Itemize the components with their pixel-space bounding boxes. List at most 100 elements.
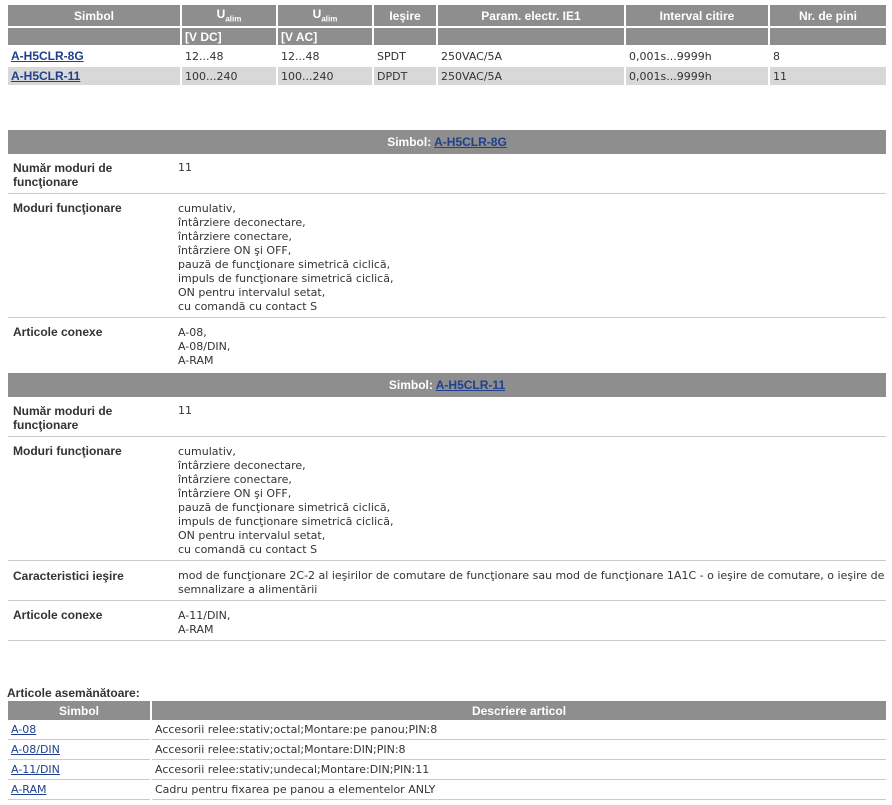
mode-item: impuls de funcţionare simetrică ciclică,: [178, 515, 394, 528]
detail-block-1: Simbol: A-H5CLR-8G Număr moduri de funcţ…: [8, 130, 886, 372]
related-item: A-RAM: [178, 623, 214, 636]
similar-symbol-cell: A-RAM: [8, 780, 150, 800]
similar-row: A-08 Accesorii releе:stativ;octal;Montar…: [8, 720, 886, 740]
modes-label: Moduri funcţionare: [13, 201, 122, 215]
mode-item: cu comandă cu contact S: [178, 300, 318, 313]
product-symbol-cell: A-H5CLR-8G: [8, 47, 180, 65]
similar-row: A-RAM Cadru pentru fixarea pe panou a el…: [8, 780, 886, 800]
related-list: A-11/DIN, A-RAM: [178, 609, 886, 637]
product-interval: 0,001s...9999h: [626, 47, 768, 65]
similar-link[interactable]: A-11/DIN: [11, 763, 60, 776]
header-simbol: Simbol: [8, 5, 180, 26]
detail-header-label: Simbol:: [388, 378, 433, 392]
mode-item: cu comandă cu contact S: [178, 543, 318, 556]
detail-row-modes: Moduri funcţionare cumulativ, întârziere…: [8, 437, 886, 561]
detail-symbol-link[interactable]: A-H5CLR-8G: [434, 135, 507, 149]
similar-description: Accesorii releе:stativ;octal;Montare:DIN…: [152, 740, 886, 760]
product-param: 250VAC/5A: [438, 47, 624, 65]
mode-item: întârziere ON şi OFF,: [178, 487, 292, 500]
product-interval: 0,001s...9999h: [626, 67, 768, 85]
mode-item: întârziere ON şi OFF,: [178, 244, 292, 257]
similar-link[interactable]: A-08: [11, 723, 36, 736]
mode-item: întârziere deconectare,: [178, 459, 306, 472]
detail-row-related: Articole conexe A-08, A-08/DIN, A-RAM: [8, 318, 886, 372]
product-row: A-H5CLR-11 100...240 100...240 DPDT 250V…: [8, 67, 886, 85]
mode-item: cumulativ,: [178, 202, 236, 215]
detail-header: Simbol: A-H5CLR-8G: [8, 130, 886, 154]
product-param: 250VAC/5A: [438, 67, 624, 85]
product-u-ac: 12...48: [278, 47, 372, 65]
mode-item: cumulativ,: [178, 445, 236, 458]
similar-symbol-cell: A-08: [8, 720, 150, 740]
unit-cell-empty: [8, 28, 180, 45]
unit-cell-empty: [770, 28, 886, 45]
product-pini: 11: [770, 67, 886, 85]
unit-v-dc: [V DC]: [182, 28, 276, 45]
product-u-dc: 12...48: [182, 47, 276, 65]
mode-item: întârziere conectare,: [178, 473, 292, 486]
related-label: Articole conexe: [13, 325, 103, 339]
header-interval: Interval citire: [626, 5, 768, 26]
related-item: A-08,: [178, 326, 207, 339]
similar-description: Accesorii releе:stativ;undecal;Montare:D…: [152, 760, 886, 780]
unit-cell-empty: [374, 28, 436, 45]
header-param: Param. electr. IE1: [438, 5, 624, 26]
related-item: A-RAM: [178, 354, 214, 367]
detail-header: Simbol: A-H5CLR-11: [8, 373, 886, 397]
product-iesire: SPDT: [374, 47, 436, 65]
detail-row-related: Articole conexe A-11/DIN, A-RAM: [8, 601, 886, 641]
similar-description: Cadru pentru fixarea pe panou a elemente…: [152, 780, 886, 800]
product-symbol-cell: A-H5CLR-11: [8, 67, 180, 85]
product-pini: 8: [770, 47, 886, 65]
products-units-row: [V DC] [V AC]: [8, 28, 886, 45]
modes-label: Moduri funcţionare: [13, 444, 122, 458]
similar-link[interactable]: A-RAM: [11, 783, 46, 796]
detail-row-num-modes: Număr moduri de funcţionare 11: [8, 397, 886, 437]
output-text: mod de funcţionare 2C-2 al ieşirilor de …: [178, 569, 885, 596]
detail-row-num-modes: Număr moduri de funcţionare 11: [8, 154, 886, 194]
product-row: A-H5CLR-8G 12...48 12...48 SPDT 250VAC/5…: [8, 47, 886, 65]
num-modes-value: 11: [178, 161, 192, 174]
modes-list: cumulativ, întârziere deconectare, întâr…: [178, 202, 886, 314]
header-u-ac: Ualim: [278, 5, 372, 26]
related-label: Articole conexe: [13, 608, 103, 622]
num-modes-label: Număr moduri de funcţionare: [13, 161, 113, 189]
product-iesire: DPDT: [374, 67, 436, 85]
detail-row-modes: Moduri funcţionare cumulativ, întârziere…: [8, 194, 886, 318]
related-list: A-08, A-08/DIN, A-RAM: [178, 326, 886, 368]
similar-row: A-08/DIN Accesorii releе:stativ;octal;Mo…: [8, 740, 886, 760]
detail-symbol-link[interactable]: A-H5CLR-11: [436, 378, 505, 392]
output-label: Caracteristici ieşire: [13, 569, 124, 583]
unit-cell-empty: [438, 28, 624, 45]
similar-symbol-cell: A-11/DIN: [8, 760, 150, 780]
unit-v-ac: [V AC]: [278, 28, 372, 45]
similar-link[interactable]: A-08/DIN: [11, 743, 60, 756]
products-header-row: Simbol Ualim Ualim Ieşire Param. electr.…: [8, 5, 886, 26]
similar-header-simbol: Simbol: [8, 701, 150, 720]
products-table: Simbol Ualim Ualim Ieşire Param. electr.…: [6, 3, 888, 87]
related-item: A-11/DIN,: [178, 609, 231, 622]
similar-description: Accesorii releе:stativ;octal;Montare:pe …: [152, 720, 886, 740]
num-modes-value: 11: [178, 404, 192, 417]
product-u-ac: 100...240: [278, 67, 372, 85]
similar-symbol-cell: A-08/DIN: [8, 740, 150, 760]
mode-item: ON pentru intervalul setat,: [178, 286, 326, 299]
modes-list: cumulativ, întârziere deconectare, întâr…: [178, 445, 886, 557]
num-modes-label: Număr moduri de funcţionare: [13, 404, 113, 432]
related-item: A-08/DIN,: [178, 340, 231, 353]
header-iesire: Ieşire: [374, 5, 436, 26]
detail-block-2: Simbol: A-H5CLR-11 Număr moduri de funcţ…: [8, 373, 886, 641]
unit-cell-empty: [626, 28, 768, 45]
product-link[interactable]: A-H5CLR-8G: [11, 49, 84, 63]
mode-item: întârziere deconectare,: [178, 216, 306, 229]
mode-item: impuls de funcţionare simetrică ciclică,: [178, 272, 394, 285]
similar-row: A-11/DIN Accesorii releе:stativ;undecal;…: [8, 760, 886, 780]
mode-item: ON pentru intervalul setat,: [178, 529, 326, 542]
mode-item: pauză de funcţionare simetrică ciclică,: [178, 501, 391, 514]
product-link[interactable]: A-H5CLR-11: [11, 69, 80, 83]
similar-articles-title: Articole asemănătoare:: [7, 686, 140, 700]
header-u-dc: Ualim: [182, 5, 276, 26]
detail-header-label: Simbol:: [387, 135, 432, 149]
detail-row-output: Caracteristici ieşire mod de funcţionare…: [8, 561, 886, 601]
similar-articles-table: Simbol Descriere articol A-08 Accesorii …: [6, 701, 888, 800]
